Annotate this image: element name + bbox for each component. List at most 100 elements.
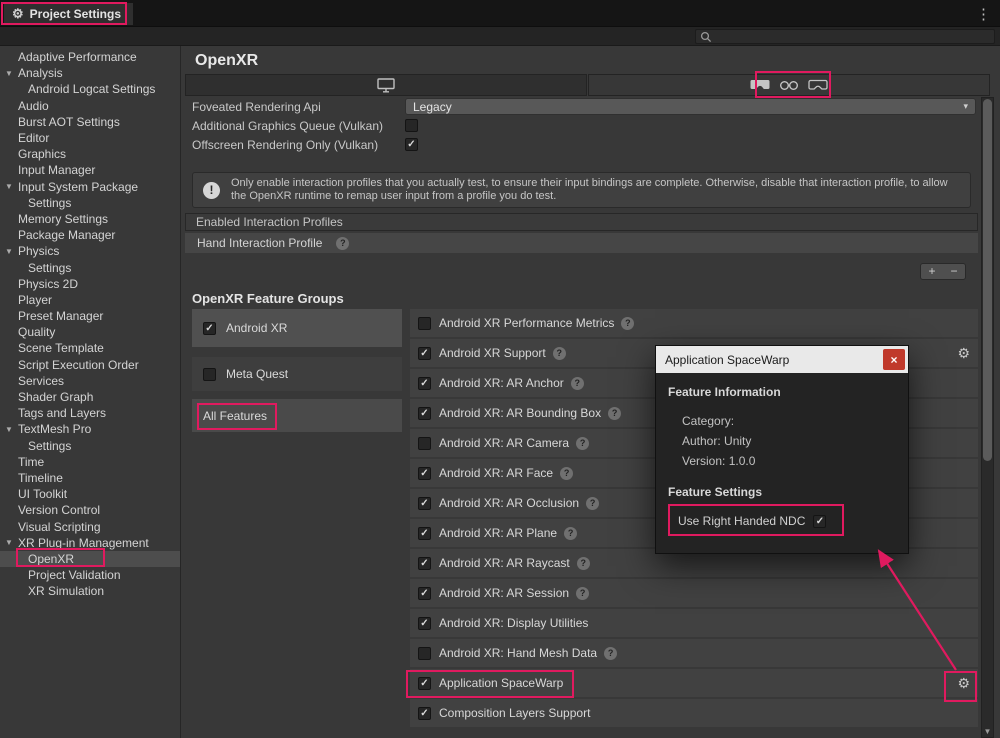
sidebar-item-android-logcat-settings[interactable]: Android Logcat Settings <box>0 81 180 97</box>
foldout-arrow-icon[interactable]: ▼ <box>5 182 18 191</box>
feature-row-application-spacewarp[interactable]: ✓Application SpaceWarp⚙ <box>410 669 978 697</box>
feature-checkbox[interactable]: ✓ <box>418 557 431 570</box>
close-icon[interactable]: × <box>883 349 905 370</box>
sidebar-item-package-manager[interactable]: Package Manager <box>0 227 180 243</box>
sidebar-item-settings[interactable]: Settings <box>0 195 180 211</box>
sidebar-item-physics[interactable]: ▼Physics <box>0 243 180 259</box>
sidebar-item-textmesh-pro[interactable]: ▼TextMesh Pro <box>0 421 180 437</box>
sidebar-item-label: Adaptive Performance <box>18 50 137 64</box>
sidebar-item-scene-template[interactable]: Scene Template <box>0 340 180 356</box>
sidebar-item-script-execution-order[interactable]: Script Execution Order <box>0 357 180 373</box>
sidebar-item-preset-manager[interactable]: Preset Manager <box>0 308 180 324</box>
sidebar-item-services[interactable]: Services <box>0 373 180 389</box>
sidebar-item-editor[interactable]: Editor <box>0 130 180 146</box>
sidebar-item-physics-2d[interactable]: Physics 2D <box>0 276 180 292</box>
help-icon[interactable] <box>336 237 349 250</box>
sidebar-item-burst-aot-settings[interactable]: Burst AOT Settings <box>0 114 180 130</box>
help-icon[interactable] <box>577 557 590 570</box>
tab-pc-platform[interactable] <box>185 74 587 96</box>
feature-checkbox[interactable]: ✓ <box>418 587 431 600</box>
feature-checkbox[interactable]: ✓ <box>418 677 431 690</box>
help-icon[interactable] <box>576 437 589 450</box>
graphics-queue-label: Additional Graphics Queue (Vulkan) <box>192 119 405 133</box>
feature-checkbox[interactable]: ✓ <box>418 377 431 390</box>
help-icon[interactable] <box>608 407 621 420</box>
feature-checkbox[interactable]: ✓ <box>418 467 431 480</box>
help-icon[interactable] <box>576 587 589 600</box>
feature-checkbox[interactable] <box>418 437 431 450</box>
sidebar-item-settings[interactable]: Settings <box>0 259 180 275</box>
feature-checkbox[interactable]: ✓ <box>418 707 431 720</box>
feature-checkbox[interactable]: ✓ <box>418 617 431 630</box>
feature-row-android-xr-performance-metrics[interactable]: Android XR Performance Metrics <box>410 309 978 337</box>
feature-row-android-xr-ar-session[interactable]: ✓Android XR: AR Session <box>410 579 978 607</box>
feature-row-android-xr-display-utilities[interactable]: ✓ Android XR: Display Utilities <box>410 609 978 637</box>
sidebar-item-player[interactable]: Player <box>0 292 180 308</box>
foldout-arrow-icon[interactable]: ▼ <box>5 538 18 547</box>
feature-group-checkbox[interactable] <box>203 368 216 381</box>
feature-checkbox[interactable] <box>418 317 431 330</box>
use-right-handed-ndc-label: Use Right Handed NDC <box>678 514 805 528</box>
sidebar-item-visual-scripting[interactable]: Visual Scripting <box>0 518 180 534</box>
sidebar-item-project-validation[interactable]: Project Validation <box>0 567 180 583</box>
help-icon[interactable] <box>564 527 577 540</box>
sidebar-item-adaptive-performance[interactable]: Adaptive Performance <box>0 49 180 65</box>
gear-icon[interactable]: ⚙ <box>957 676 970 690</box>
tab-android-xr-platform[interactable] <box>588 74 990 96</box>
sidebar-item-analysis[interactable]: ▼Analysis <box>0 65 180 81</box>
vertical-scrollbar[interactable]: ▼ <box>981 97 994 738</box>
sidebar-item-ui-toolkit[interactable]: UI Toolkit <box>0 486 180 502</box>
sidebar-item-memory-settings[interactable]: Memory Settings <box>0 211 180 227</box>
sidebar-item-audio[interactable]: Audio <box>0 98 180 114</box>
sidebar-item-openxr[interactable]: OpenXR <box>0 551 180 567</box>
sidebar-item-label: Physics <box>18 244 59 258</box>
graphics-queue-checkbox[interactable] <box>405 119 418 132</box>
sidebar-item-quality[interactable]: Quality <box>0 324 180 340</box>
help-icon[interactable] <box>553 347 566 360</box>
sidebar-item-shader-graph[interactable]: Shader Graph <box>0 389 180 405</box>
remove-button[interactable]: − <box>943 264 965 279</box>
foldout-arrow-icon[interactable]: ▼ <box>5 69 18 78</box>
sidebar-item-timeline[interactable]: Timeline <box>0 470 180 486</box>
sidebar-item-tags-and-layers[interactable]: Tags and Layers <box>0 405 180 421</box>
help-icon[interactable] <box>604 647 617 660</box>
help-icon[interactable] <box>621 317 634 330</box>
feature-group-all-features[interactable]: All Features <box>192 399 402 432</box>
sidebar-item-graphics[interactable]: Graphics <box>0 146 180 162</box>
use-right-handed-ndc-checkbox[interactable]: ✓ <box>813 515 826 528</box>
feature-checkbox[interactable]: ✓ <box>418 527 431 540</box>
feature-group-checkbox[interactable]: ✓ <box>203 322 216 335</box>
gear-icon[interactable]: ⚙ <box>957 346 970 360</box>
add-button[interactable]: + <box>921 264 943 279</box>
sidebar-item-xr-simulation[interactable]: XR Simulation <box>0 583 180 599</box>
help-icon[interactable] <box>586 497 599 510</box>
feature-row-composition-layers-support[interactable]: ✓Composition Layers Support <box>410 699 978 727</box>
window-menu-icon[interactable]: ⋮ <box>976 5 991 23</box>
interaction-profile-row[interactable]: Hand Interaction Profile <box>185 233 978 253</box>
sidebar-item-xr-plug-in-management[interactable]: ▼XR Plug-in Management <box>0 535 180 551</box>
feature-checkbox[interactable]: ✓ <box>418 347 431 360</box>
feature-checkbox[interactable] <box>418 647 431 660</box>
foldout-arrow-icon[interactable]: ▼ <box>5 247 18 256</box>
scrollbar-down-arrow-icon[interactable]: ▼ <box>982 727 993 736</box>
feature-group-android-xr[interactable]: ✓Android XR <box>192 309 402 347</box>
sidebar-item-input-manager[interactable]: Input Manager <box>0 162 180 178</box>
feature-checkbox[interactable]: ✓ <box>418 497 431 510</box>
foldout-arrow-icon[interactable]: ▼ <box>5 425 18 434</box>
foveated-rendering-dropdown[interactable]: Legacy ▾ <box>405 98 976 115</box>
scrollbar-thumb[interactable] <box>983 99 992 461</box>
search-input[interactable] <box>716 31 990 43</box>
sidebar-item-settings[interactable]: Settings <box>0 438 180 454</box>
window-tab-project-settings[interactable]: ⚙ Project Settings <box>4 3 133 25</box>
help-icon[interactable] <box>571 377 584 390</box>
feature-checkbox[interactable]: ✓ <box>418 407 431 420</box>
feature-label: Android XR: Display Utilities <box>439 616 588 630</box>
sidebar-item-input-system-package[interactable]: ▼Input System Package <box>0 179 180 195</box>
feature-row-android-xr-hand-mesh-data[interactable]: Android XR: Hand Mesh Data <box>410 639 978 667</box>
feature-group-meta-quest[interactable]: Meta Quest <box>192 357 402 391</box>
sidebar-item-time[interactable]: Time <box>0 454 180 470</box>
sidebar-item-version-control[interactable]: Version Control <box>0 502 180 518</box>
offscreen-rendering-checkbox[interactable]: ✓ <box>405 138 418 151</box>
help-icon[interactable] <box>560 467 573 480</box>
search-box[interactable] <box>695 29 995 44</box>
